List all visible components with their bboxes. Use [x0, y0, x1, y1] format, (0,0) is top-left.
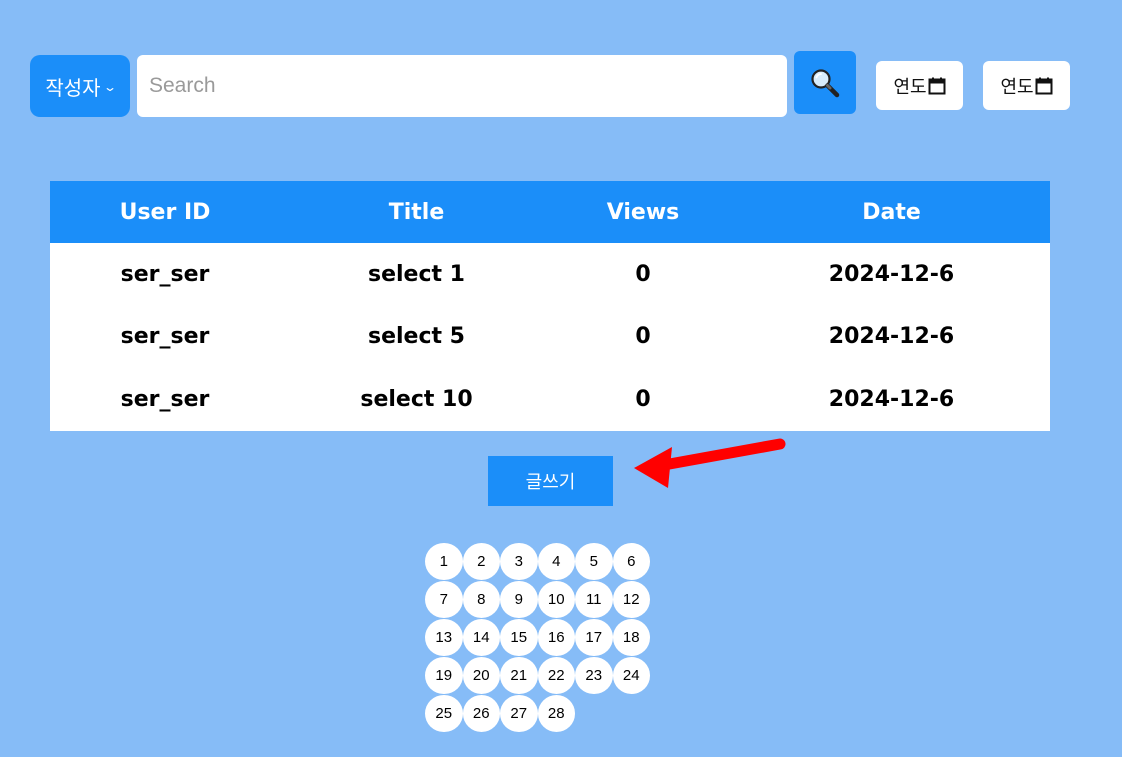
page-button[interactable]: 20	[462, 657, 500, 694]
page-button[interactable]: 9	[500, 581, 538, 618]
table-header: User ID Title Views Date	[50, 181, 1050, 243]
row-user-id: ser_ser	[120, 261, 210, 287]
page-button[interactable]: 15	[500, 619, 538, 656]
row-user-id: ser_ser	[120, 324, 210, 350]
table-row[interactable]: ser_ser select 10 0 2024-12-6	[50, 368, 1050, 431]
page-button[interactable]: 7	[425, 581, 463, 618]
page-button[interactable]: 14	[462, 619, 500, 656]
row-date: 2024-12-6	[828, 324, 955, 350]
page-button[interactable]: 27	[500, 695, 538, 732]
page-button[interactable]: 1	[425, 543, 463, 580]
page-button[interactable]: 13	[425, 619, 463, 656]
end-date-input[interactable]: 연도	[983, 61, 1070, 110]
page-button[interactable]: 5	[575, 543, 613, 580]
column-header-user-id: User ID	[119, 199, 211, 225]
magnifier-icon	[811, 68, 840, 97]
search-input[interactable]	[137, 55, 787, 117]
row-title[interactable]: select 1	[280, 262, 553, 287]
page-button[interactable]: 3	[500, 543, 538, 580]
row-views: 0	[635, 386, 651, 412]
annotation-arrow-icon	[634, 438, 786, 488]
page-button[interactable]: 2	[462, 543, 500, 580]
page-button[interactable]: 19	[425, 657, 463, 694]
row-views: 0	[635, 324, 651, 350]
page-button[interactable]: 23	[575, 657, 613, 694]
author-filter-dropdown[interactable]: 작성자 ⌄	[30, 55, 130, 117]
row-user-id: ser_ser	[120, 386, 210, 412]
page-button[interactable]: 16	[537, 619, 575, 656]
page-button[interactable]: 10	[537, 581, 575, 618]
board-table: User ID Title Views Date ser_ser select …	[50, 181, 1050, 431]
page-button[interactable]: 18	[612, 619, 650, 656]
calendar-icon[interactable]	[928, 77, 946, 95]
page-button[interactable]: 6	[612, 543, 650, 580]
page-button[interactable]: 25	[425, 695, 463, 732]
pagination: 1 2 3 4 5 6 7 8 9 10 11 12 13 14 15 16 17 18 19 20 21 22 23 24 2…	[425, 543, 653, 732]
page-button[interactable]: 24	[612, 657, 650, 694]
page-button[interactable]: 17	[575, 619, 613, 656]
author-filter-label: 작성자	[45, 75, 101, 100]
page-button[interactable]: 26	[462, 695, 500, 732]
write-post-button[interactable]: 글쓰기	[488, 456, 613, 506]
table-row[interactable]: ser_ser select 5 0 2024-12-6	[50, 306, 1050, 369]
row-title[interactable]: select 10	[280, 387, 553, 412]
page-button[interactable]: 28	[537, 695, 575, 732]
page-button[interactable]: 21	[500, 657, 538, 694]
row-title[interactable]: select 5	[280, 324, 553, 349]
row-views: 0	[635, 261, 651, 287]
column-header-date: Date	[862, 199, 921, 225]
start-date-text: 연도	[893, 76, 927, 98]
table-row[interactable]: ser_ser select 1 0 2024-12-6	[50, 243, 1050, 306]
calendar-icon[interactable]	[1035, 77, 1053, 95]
page-button[interactable]: 12	[612, 581, 650, 618]
page-button[interactable]: 4	[537, 543, 575, 580]
chevron-down-icon: ⌄	[102, 80, 117, 94]
column-header-title: Title	[388, 199, 445, 225]
page-button[interactable]: 8	[462, 581, 500, 618]
start-date-input[interactable]: 연도	[876, 61, 963, 110]
page-button[interactable]: 11	[575, 581, 613, 618]
row-date: 2024-12-6	[828, 261, 955, 287]
page-button[interactable]: 22	[537, 657, 575, 694]
end-date-text: 연도	[1000, 76, 1034, 98]
column-header-views: Views	[606, 199, 680, 225]
search-button[interactable]	[794, 51, 856, 114]
row-date: 2024-12-6	[828, 386, 955, 412]
